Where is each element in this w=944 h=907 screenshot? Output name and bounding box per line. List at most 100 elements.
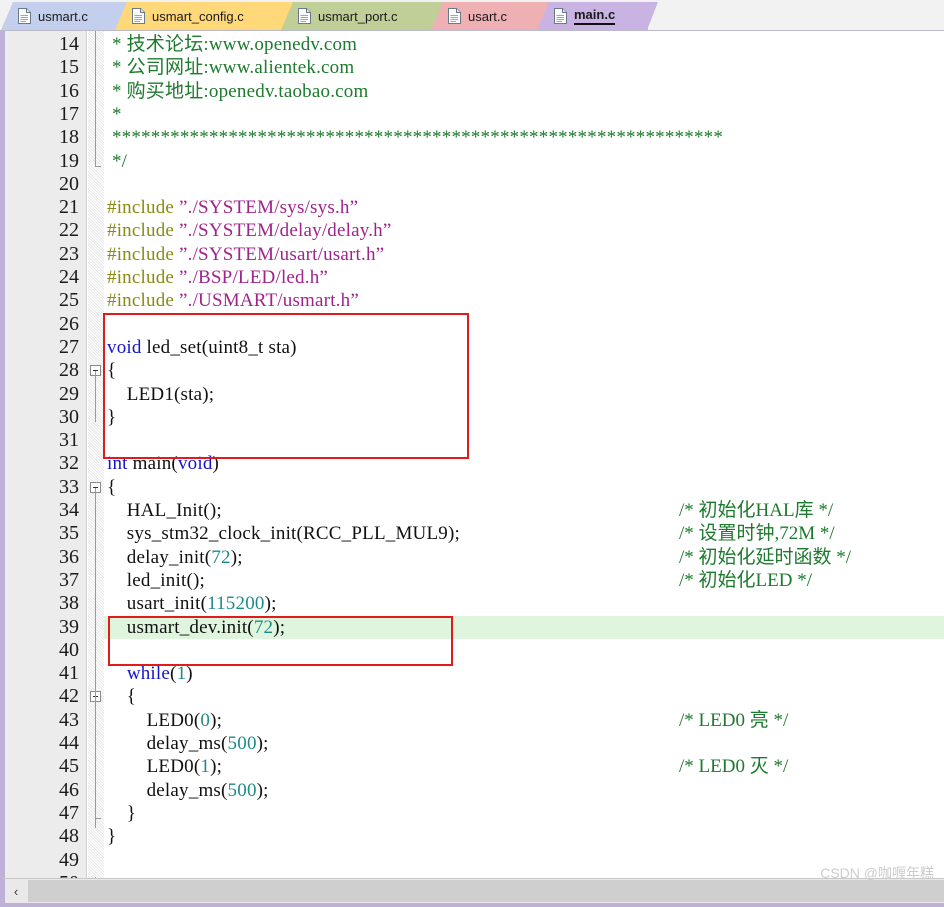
code-line[interactable]: 14 * 技术论坛:www.openedv.com [5,33,944,56]
code-text: * 购买地址:openedv.taobao.com [107,80,368,103]
editor-tab-usmart_config-c[interactable]: usmart_config.c [126,2,290,30]
code-token: * 技术论坛:www.openedv.com [107,34,358,55]
code-line[interactable]: 24 #include ”./BSP/LED/led.h” [5,266,944,289]
code-token: 1 [200,756,211,778]
code-content[interactable]: 14 * 技术论坛:www.openedv.com 15 * 公司网址:www.a… [5,31,944,878]
line-number: 45 [59,755,79,778]
code-line[interactable]: 39 usmart_dev.init(72); [5,615,944,639]
code-line[interactable]: 38 usart_init(115200); [5,592,944,615]
horizontal-scrollbar[interactable]: ‹ [0,878,944,907]
editor-tab-usmart_port-c[interactable]: usmart_port.c [292,2,440,30]
code-line[interactable]: 48} [5,825,944,848]
editor-tab-usmart-c[interactable]: usmart.c [12,2,124,30]
code-line[interactable]: 49 [5,849,944,872]
code-line[interactable]: 45 LED0(1); /* LED0 灭 */ [5,755,944,778]
line-number: 46 [59,778,79,801]
code-line[interactable]: 41 while(1) [5,662,944,685]
scrollbar-track[interactable] [28,880,944,902]
fold-guide-line [95,371,96,423]
code-token: * [107,103,122,125]
line-number: 22 [59,219,79,242]
code-line[interactable]: 26 [5,313,944,336]
line-number: 42 [59,685,79,708]
line-number: 19 [59,149,79,172]
code-line[interactable]: 19 */ [5,150,944,173]
inline-comment: /* 初始化LED */ [679,569,812,591]
code-line[interactable]: 34 HAL_Init(); /* 初始化HAL库 */ [5,499,944,522]
code-line[interactable]: 42 { [5,685,944,708]
editor-tab-main-c[interactable]: main.c [548,2,648,30]
inline-comment: /* LED0 亮 */ [679,709,789,731]
code-text: HAL_Init(); [107,499,222,522]
line-number: 38 [59,592,79,615]
code-line[interactable]: 40 [5,639,944,662]
code-token: * 公司网址:www.alientek.com [107,57,355,79]
code-line[interactable]: 43 LED0(0); /* LED0 亮 */ [5,709,944,732]
code-line[interactable]: 32 int main(void) [5,452,944,475]
line-number: 47 [59,801,79,824]
code-line[interactable]: 35 sys_stm32_clock_init(RCC_PLL_MUL9); /*… [5,522,944,545]
inline-comment: /* 初始化HAL库 */ [679,500,834,521]
code-text: * [107,103,122,126]
code-token: { [107,686,137,708]
inline-comment: /* LED0 灭 */ [679,756,789,778]
editor-tab-usart-c[interactable]: usart.c [442,2,546,30]
code-token: ”./SYSTEM/usart/usart.h” [178,243,385,265]
code-line[interactable]: 31 [5,429,944,452]
inline-comment: /* 初始化延时函数 */ [679,546,852,568]
code-line[interactable]: 30} [5,406,944,429]
code-line[interactable]: 36 delay_init(72); /* 初始化延时函数 */ [5,546,944,569]
code-token: 1 [176,663,187,685]
code-text: while(1) [107,662,193,685]
code-token: void [107,336,142,358]
code-line[interactable]: 28 { [5,359,944,382]
code-line[interactable]: 29 LED1(sta); [5,383,944,406]
editor-tab-label: usmart_config.c [152,8,244,24]
code-line[interactable]: 20 [5,173,944,196]
line-number: 36 [59,545,79,568]
code-token: sys_stm32_clock_init(RCC_PLL_MUL9); [107,523,460,545]
code-line[interactable]: 25 #include ”./USMART/usmart.h” [5,289,944,312]
code-token: ****************************************… [107,127,724,149]
code-token: } [107,802,137,824]
code-line[interactable]: 33 { [5,476,944,499]
code-line[interactable]: 46 delay_ms(500); [5,779,944,802]
code-text: #include ”./BSP/LED/led.h” [107,266,328,289]
code-text: #include ”./SYSTEM/delay/delay.h” [107,219,392,242]
code-line[interactable]: 15 * 公司网址:www.alientek.com [5,56,944,79]
code-line[interactable]: 22 #include ”./SYSTEM/delay/delay.h” [5,219,944,242]
code-line[interactable]: 16 * 购买地址:openedv.taobao.com [5,80,944,103]
code-text: led_init(); [107,569,205,592]
file-icon [448,8,461,24]
code-token: { [107,476,117,498]
line-number: 37 [59,568,79,591]
file-icon [298,8,311,24]
editor-tab-label: usart.c [468,8,508,24]
fold-guide-line [95,697,96,805]
code-line[interactable]: 17 * [5,103,944,126]
code-line[interactable]: 18 *************************************… [5,126,944,149]
file-icon [132,8,145,24]
line-number: 20 [59,172,79,195]
code-text: LED0(1); [107,755,222,778]
line-number: 26 [59,312,79,335]
code-line[interactable]: 47 } [5,802,944,825]
code-line[interactable]: 37 led_init(); /* 初始化LED */ [5,569,944,592]
code-token: ); [230,546,243,568]
code-line[interactable]: 21 #include ”./SYSTEM/sys/sys.h” [5,196,944,219]
code-text: * 技术论坛:www.openedv.com [107,33,357,56]
code-token: ”./BSP/LED/led.h” [178,267,329,288]
scroll-left-arrow-icon[interactable]: ‹ [5,880,27,902]
code-token: 0 [200,709,211,731]
code-token: led_set(uint8_t sta) [141,336,297,358]
line-number: 32 [59,452,79,475]
code-line[interactable]: 27 void led_set(uint8_t sta) [5,336,944,359]
code-text: } [107,406,116,429]
code-line[interactable]: 23 #include ”./SYSTEM/usart/usart.h” [5,243,944,266]
code-text: } [107,802,136,825]
code-line[interactable]: 44 delay_ms(500); [5,732,944,755]
code-text: #include ”./SYSTEM/sys/sys.h” [107,196,358,219]
line-number: 31 [59,429,79,452]
editor-tab-label: main.c [574,7,616,25]
